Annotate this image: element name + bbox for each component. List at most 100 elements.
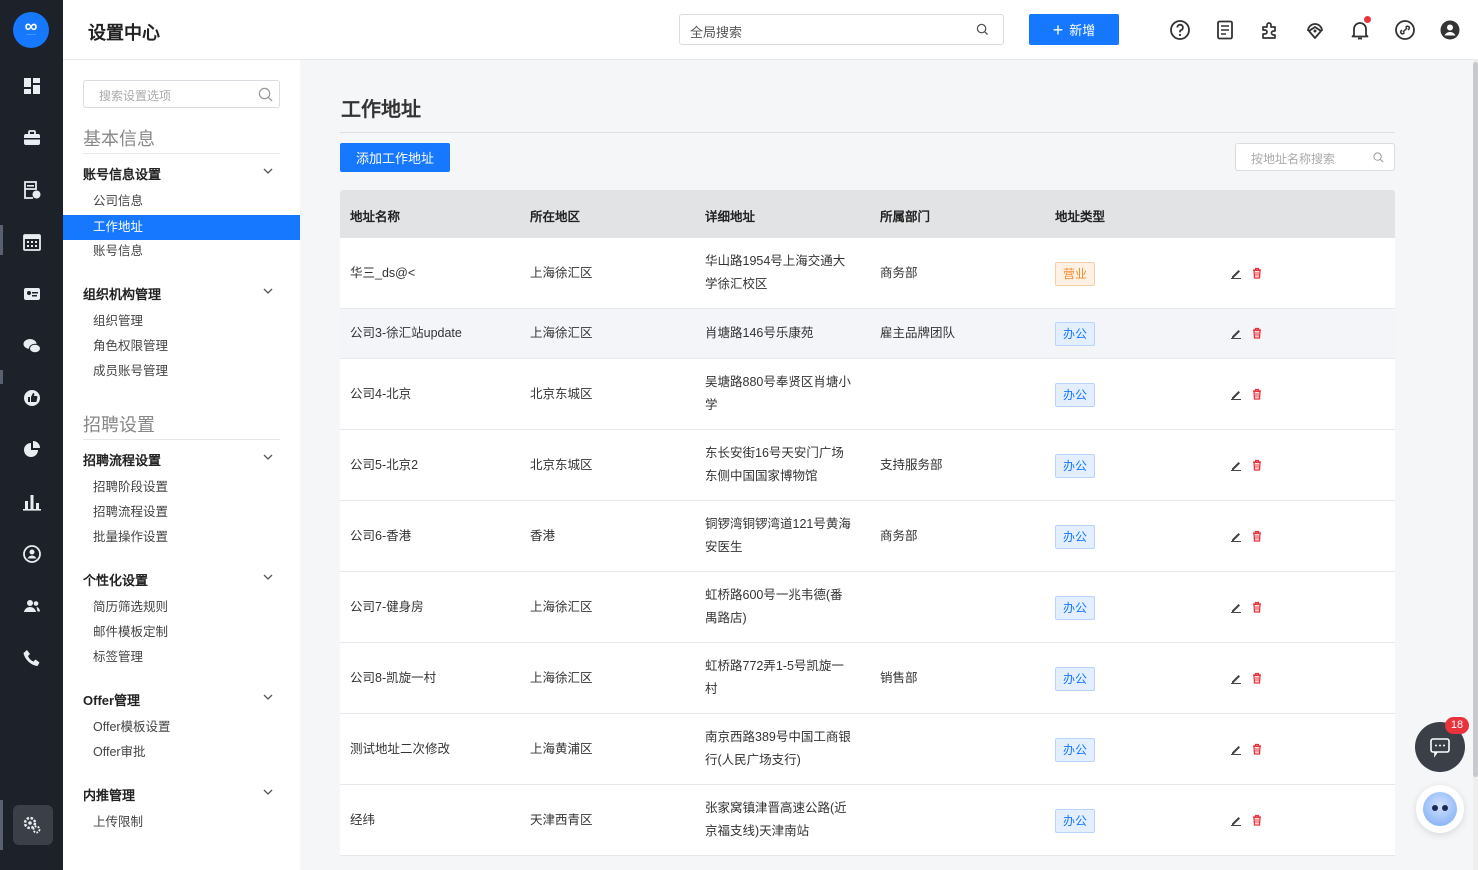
delete-icon[interactable] xyxy=(1251,530,1263,542)
settings-search-input[interactable]: 搜索设置选项 xyxy=(83,80,280,108)
resume-icon[interactable] xyxy=(19,177,45,203)
link-icon[interactable] xyxy=(1393,18,1417,42)
group-recruitment-process[interactable]: 招聘流程设置 xyxy=(83,450,280,469)
cell-department: 商务部 xyxy=(880,529,918,543)
delete-icon[interactable] xyxy=(1251,388,1263,400)
sidebar-item-offer-approval[interactable]: Offer审批 xyxy=(63,740,300,765)
global-search-input[interactable]: 全局搜索 xyxy=(679,14,1004,45)
contact-icon[interactable] xyxy=(19,541,45,567)
section-title-recruitment: 招聘设置 xyxy=(83,415,155,435)
table-row: 公司4-北京 北京东城区 吴塘路880号奉贤区肖塘小学 办公 xyxy=(340,359,1395,430)
edit-icon[interactable] xyxy=(1230,267,1242,279)
sidebar-item-upload-limit[interactable]: 上传限制 xyxy=(63,810,300,835)
help-icon[interactable] xyxy=(1168,18,1192,42)
group-referral-management[interactable]: 内推管理 xyxy=(83,785,280,804)
edit-icon[interactable] xyxy=(1230,327,1242,339)
sidebar-item-work-address[interactable]: 工作地址 xyxy=(63,215,300,240)
new-button[interactable]: + 新增 xyxy=(1029,14,1119,45)
column-header-name: 地址名称 xyxy=(350,210,401,224)
cell-region: 北京东城区 xyxy=(530,387,593,401)
pie-chart-icon[interactable] xyxy=(19,437,45,463)
sidebar-item-tag-management[interactable]: 标签管理 xyxy=(63,645,300,670)
add-work-address-button[interactable]: 添加工作地址 xyxy=(340,143,450,172)
page-scrollbar-thumb[interactable] xyxy=(1473,62,1478,777)
support-icon[interactable] xyxy=(1303,18,1327,42)
delete-icon[interactable] xyxy=(1251,601,1263,613)
chevron-down-icon xyxy=(263,454,273,460)
cell-department: 支持服务部 xyxy=(880,458,943,472)
table-body: 华三_ds@< 上海徐汇区 商务部 华山路1954号上海交通大 学徐汇校区 营业 公司3-徐… xyxy=(340,238,1395,856)
thumbs-up-icon[interactable] xyxy=(19,385,45,411)
id-card-icon[interactable] xyxy=(19,281,45,307)
plugin-icon[interactable] xyxy=(1258,18,1282,42)
sidebar-item-account-info[interactable]: 账号信息 xyxy=(63,239,300,264)
cell-detail-address-line2: 东侧中国国家博物馆 xyxy=(705,469,818,483)
sidebar-item-resume-filter[interactable]: 简历筛选规则 xyxy=(63,595,300,620)
settings-gear-icon[interactable] xyxy=(19,812,45,838)
new-button-label: 新增 xyxy=(1069,23,1096,38)
document-icon[interactable] xyxy=(1213,18,1237,42)
delete-icon[interactable] xyxy=(1251,267,1263,279)
sidebar-item-role-permissions[interactable]: 角色权限管理 xyxy=(63,334,300,359)
sidebar-item-offer-templates[interactable]: Offer模板设置 xyxy=(63,715,300,740)
group-account-settings[interactable]: 账号信息设置 xyxy=(83,164,280,183)
dashboard-icon[interactable] xyxy=(19,73,45,99)
search-icon[interactable] xyxy=(976,23,989,36)
delete-icon[interactable] xyxy=(1251,814,1263,826)
edit-icon[interactable] xyxy=(1230,814,1242,826)
edit-icon[interactable] xyxy=(1230,601,1242,613)
address-table: 地址名称 所在地区 详细地址 所属部门 地址类型 华三_ds@< 上海徐汇区 商务部… xyxy=(340,190,1395,856)
group-label: 账号信息设置 xyxy=(83,167,162,182)
delete-icon[interactable] xyxy=(1251,672,1263,684)
calendar-icon[interactable] xyxy=(19,229,45,255)
edit-icon[interactable] xyxy=(1230,388,1242,400)
settings-search-placeholder: 搜索设置选项 xyxy=(99,89,172,103)
chat-button[interactable]: 18 xyxy=(1415,717,1469,772)
search-icon[interactable] xyxy=(1373,152,1384,163)
sidebar-item-member-accounts[interactable]: 成员账号管理 xyxy=(63,359,300,384)
sidebar-item-org-management[interactable]: 组织管理 xyxy=(63,309,300,334)
user-avatar-icon[interactable] xyxy=(1438,18,1462,42)
sidebar-item-recruitment-stages[interactable]: 招聘阶段设置 xyxy=(63,475,300,500)
cell-detail-address-line2: 学徐汇校区 xyxy=(705,277,768,291)
group-personalization[interactable]: 个性化设置 xyxy=(83,570,280,589)
app-logo[interactable] xyxy=(13,12,49,48)
bell-icon[interactable] xyxy=(1348,16,1372,42)
sidebar-item-company-info[interactable]: 公司信息 xyxy=(63,189,300,214)
edit-icon[interactable] xyxy=(1230,530,1242,542)
sidebar-item-recruitment-flow[interactable]: 招聘流程设置 xyxy=(63,500,300,525)
delete-icon[interactable] xyxy=(1251,327,1263,339)
rail-edge-mark xyxy=(0,370,3,384)
column-header-address: 详细地址 xyxy=(705,210,756,224)
cell-address-name: 公司8-凯旋一村 xyxy=(350,671,437,685)
address-search-input[interactable]: 按地址名称搜索 xyxy=(1235,143,1395,171)
delete-icon[interactable] xyxy=(1251,459,1263,471)
sidebar-item-email-templates[interactable]: 邮件模板定制 xyxy=(63,620,300,645)
team-icon[interactable] xyxy=(19,593,45,619)
group-organization[interactable]: 组织机构管理 xyxy=(83,284,280,303)
delete-icon[interactable] xyxy=(1251,743,1263,755)
assistant-robot-icon[interactable] xyxy=(1416,785,1464,833)
top-header: 设置中心 全局搜索 + 新增 xyxy=(63,0,1478,60)
cell-detail-address-line1: 虹桥路772弄1-5号凯旋一 xyxy=(705,659,844,673)
edit-icon[interactable] xyxy=(1230,672,1242,684)
group-label: 招聘流程设置 xyxy=(83,453,162,468)
cell-detail-address-line2: 安医生 xyxy=(705,540,743,554)
search-icon[interactable] xyxy=(258,87,273,102)
plus-icon: + xyxy=(1052,19,1064,40)
cell-region: 上海徐汇区 xyxy=(530,671,593,685)
group-label: 组织机构管理 xyxy=(83,287,162,302)
phone-icon[interactable] xyxy=(19,645,45,671)
page-title: 工作地址 xyxy=(341,99,421,121)
sidebar-item-batch-operations[interactable]: 批量操作设置 xyxy=(63,525,300,550)
bar-chart-icon[interactable] xyxy=(19,489,45,515)
edit-icon[interactable] xyxy=(1230,743,1242,755)
briefcase-icon[interactable] xyxy=(19,125,45,151)
cell-address-name: 公司4-北京 xyxy=(350,387,412,401)
wechat-icon[interactable] xyxy=(19,333,45,359)
global-search-placeholder: 全局搜索 xyxy=(690,25,743,40)
cell-detail-address-line2: 学 xyxy=(705,398,718,412)
cell-detail-address-line2: 京福支线)天津南站 xyxy=(705,824,810,838)
edit-icon[interactable] xyxy=(1230,459,1242,471)
group-offer-management[interactable]: Offer管理 xyxy=(83,690,280,709)
